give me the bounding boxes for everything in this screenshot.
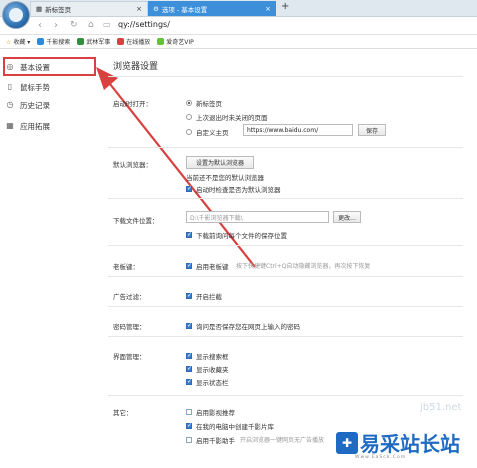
change-button[interactable]: 更改... <box>333 211 361 223</box>
download-path-input[interactable]: D:\千影浏览器下载\ <box>186 211 329 223</box>
divider <box>108 147 463 148</box>
checkbox[interactable] <box>186 352 192 359</box>
watermark-logo-icon: ✚ <box>336 432 358 454</box>
default-browser-status: 当前还不是您的默认浏览器 <box>186 174 264 182</box>
checkbox[interactable] <box>186 262 192 269</box>
option-label: 下载前询问每个文件的保存位置 <box>196 232 287 240</box>
checkbox[interactable] <box>186 231 192 238</box>
divider <box>108 306 463 307</box>
watermark-subtext: Www.EaSck.Com <box>355 455 407 460</box>
option-label: 启用影视推荐 <box>196 409 235 417</box>
set-default-browser-button[interactable]: 设置为默认浏览器 <box>186 156 254 169</box>
checkbox[interactable] <box>186 185 192 192</box>
option-label: 在我的电脑中创建千影片库 <box>196 423 274 431</box>
create-library-option[interactable]: 在我的电脑中创建千影片库 <box>186 421 274 431</box>
assistant-hint: 开启浏览器一键网页无广告播放 <box>240 437 325 444</box>
checkbox[interactable] <box>186 322 192 329</box>
checkbox[interactable] <box>186 292 192 299</box>
option-label: 新标签页 <box>196 100 222 108</box>
password-ask-option[interactable]: 询问是否保存您在网页上输入的密码 <box>186 321 300 331</box>
option-label: 启用千影助手 <box>196 437 235 445</box>
other-label: 其它： <box>113 409 133 417</box>
checkbox[interactable] <box>186 378 192 385</box>
option-label: 显示状态栏 <box>196 379 229 387</box>
radio-button[interactable] <box>186 114 192 120</box>
option-label: 显示收藏夹 <box>196 366 229 374</box>
ask-save-location-option[interactable]: 下载前询问每个文件的保存位置 <box>186 230 287 240</box>
save-button[interactable]: 保存 <box>358 124 386 136</box>
boss-key-hint: 按下快捷键Ctrl+Q自动隐藏浏览器，再次按下恢复 <box>236 263 371 270</box>
divider <box>108 76 463 77</box>
show-search-box-option[interactable]: 显示搜索框 <box>186 351 229 361</box>
startup-label: 启动时打开： <box>113 100 152 108</box>
boss-key-label: 老板键： <box>113 263 139 271</box>
ad-filter-label: 广告过滤： <box>113 293 146 301</box>
assistant-option[interactable]: 启用千影助手 <box>186 435 235 445</box>
checkbox[interactable] <box>186 437 192 443</box>
watermark-text: 易采站长站 <box>360 432 460 456</box>
option-label: 显示搜索框 <box>196 353 229 361</box>
option-label: 启动时检查是否为默认浏览器 <box>196 186 281 194</box>
divider <box>108 336 463 337</box>
interface-label: 界面管理： <box>113 353 146 361</box>
option-label: 开启拦截 <box>196 293 222 301</box>
logo-inner <box>9 8 23 22</box>
show-favorites-option[interactable]: 显示收藏夹 <box>186 364 229 374</box>
checkbox[interactable] <box>186 365 192 372</box>
boss-key-option[interactable]: 启用老板键 <box>186 261 229 271</box>
option-label: 询问是否保存您在网页上输入的密码 <box>196 323 300 331</box>
divider <box>108 395 463 396</box>
default-browser-label: 默认浏览器： <box>113 161 152 169</box>
option-label: 自定义主页 <box>196 129 229 137</box>
password-label: 密码管理： <box>113 323 146 331</box>
checkbox[interactable] <box>186 409 192 415</box>
homepage-input[interactable]: https://www.baidu.com/ <box>243 124 353 136</box>
browser-logo-icon[interactable] <box>2 1 30 29</box>
startup-option-custom[interactable]: 自定义主页 <box>186 127 229 137</box>
page-title: 浏览器设置 <box>113 62 159 72</box>
divider <box>108 198 463 199</box>
watermark-faint: jb51.net <box>420 402 462 413</box>
startup-option-restore[interactable]: 上次退出时未关闭的页面 <box>186 112 268 122</box>
option-label: 启用老板键 <box>196 263 229 271</box>
option-label: 上次退出时未关闭的页面 <box>196 114 268 122</box>
startup-option-newtab[interactable]: 新标签页 <box>186 98 222 108</box>
radio-button[interactable] <box>186 100 192 106</box>
ad-filter-option[interactable]: 开启拦截 <box>186 291 222 301</box>
download-location-label: 下载文件位置： <box>113 217 159 225</box>
check-default-option[interactable]: 启动时检查是否为默认浏览器 <box>186 184 281 194</box>
video-recommend-option[interactable]: 启用影视推荐 <box>186 407 235 417</box>
divider <box>108 245 463 246</box>
show-status-bar-option[interactable]: 显示状态栏 <box>186 377 229 387</box>
radio-button[interactable] <box>186 129 192 135</box>
divider <box>108 276 463 277</box>
checkbox[interactable] <box>186 422 192 429</box>
